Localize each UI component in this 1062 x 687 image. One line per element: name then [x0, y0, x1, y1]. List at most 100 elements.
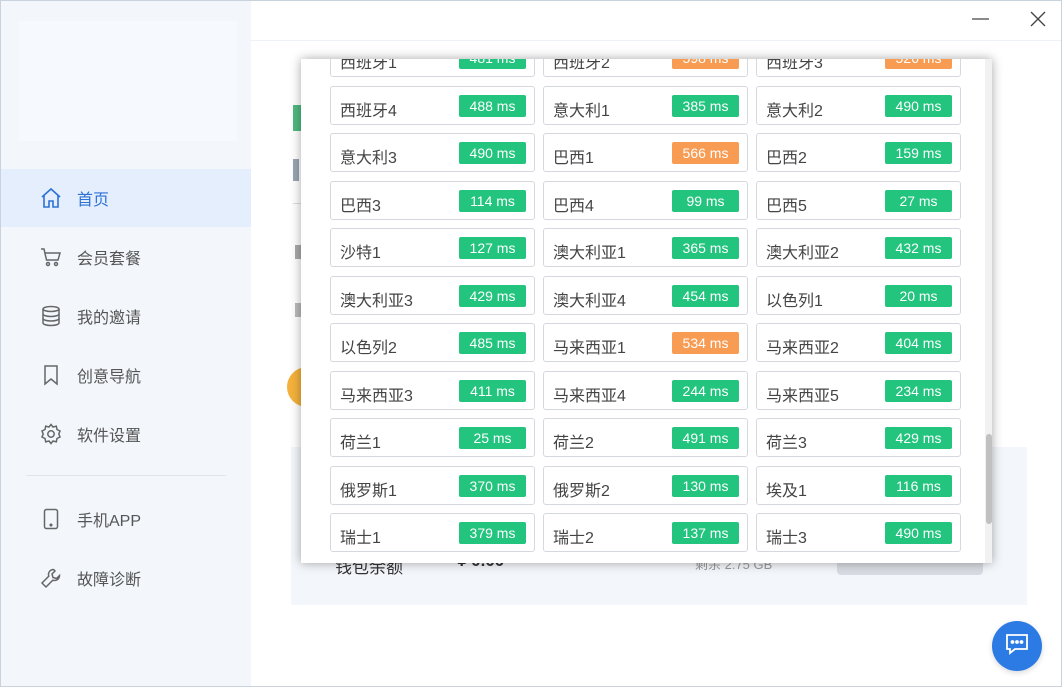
server-item[interactable]: 澳大利亚4 454 ms — [543, 276, 748, 315]
sidebar-item-label: 首页 — [77, 192, 110, 209]
chat-icon — [1004, 631, 1030, 662]
server-item[interactable]: 马来西亚4 244 ms — [543, 371, 748, 410]
server-name: 沙特1 — [340, 245, 381, 262]
server-item[interactable]: 巴西3 114 ms — [330, 181, 535, 220]
server-ping-badge: 485 ms — [459, 332, 526, 354]
sidebar-item-label: 创意导航 — [77, 369, 142, 386]
server-item[interactable]: 西班牙3 526 ms — [756, 59, 961, 77]
server-item[interactable]: 以色列1 20 ms — [756, 276, 961, 315]
close-icon — [1029, 10, 1047, 33]
sidebar-item-home[interactable]: 首页 — [1, 169, 251, 227]
server-item[interactable]: 沙特1 127 ms — [330, 228, 535, 267]
server-name: 马来西亚4 — [553, 388, 626, 405]
server-ping-badge: 127 ms — [459, 237, 526, 259]
app-window: 首页 会员套餐 我的邀请 创意导航 软件设置 手机APP 故障诊断 钱包余额 剩… — [0, 0, 1062, 687]
server-item[interactable]: 埃及1 116 ms — [756, 466, 961, 505]
sidebar-item-invites[interactable]: 我的邀请 — [1, 287, 251, 345]
home-icon — [39, 186, 63, 210]
gear-icon — [39, 422, 63, 446]
server-ping-badge: 385 ms — [672, 95, 739, 117]
server-item[interactable]: 意大利1 385 ms — [543, 86, 748, 125]
server-name: 以色列1 — [766, 293, 823, 310]
database-icon — [39, 304, 63, 328]
server-name: 瑞士2 — [553, 530, 594, 547]
server-item[interactable]: 马来西亚2 404 ms — [756, 323, 961, 362]
wrench-icon — [39, 566, 63, 590]
server-item[interactable]: 俄罗斯1 370 ms — [330, 466, 535, 505]
server-item[interactable]: 马来西亚1 534 ms — [543, 323, 748, 362]
server-ping-badge: 411 ms — [459, 380, 526, 402]
server-ping-badge: 490 ms — [885, 522, 952, 544]
server-ping-badge: 429 ms — [459, 285, 526, 307]
server-ping-badge: 99 ms — [672, 190, 739, 212]
server-item[interactable]: 巴西4 99 ms — [543, 181, 748, 220]
server-item[interactable]: 荷兰2 491 ms — [543, 418, 748, 457]
server-ping-badge: 526 ms — [885, 59, 952, 69]
cart-icon — [39, 245, 63, 269]
sidebar-item-label: 故障诊断 — [77, 572, 142, 589]
server-list-scroll-area[interactable]: 西班牙1 481 ms 西班牙2 598 ms 西班牙3 526 ms 西班牙4 488 ms… — [301, 59, 985, 563]
server-item[interactable]: 马来西亚5 234 ms — [756, 371, 961, 410]
sidebar-item-mobile-app[interactable]: 手机APP — [1, 490, 251, 548]
server-item[interactable]: 意大利3 490 ms — [330, 133, 535, 172]
server-ping-badge: 491 ms — [672, 427, 739, 449]
background-title-fragment — [293, 105, 301, 131]
server-item[interactable]: 澳大利亚1 365 ms — [543, 228, 748, 267]
server-item[interactable]: 瑞士2 137 ms — [543, 513, 748, 552]
server-name: 意大利3 — [340, 150, 397, 167]
server-ping-badge: 114 ms — [459, 190, 526, 212]
phone-icon — [39, 507, 63, 531]
logo-area — [19, 21, 237, 141]
server-ping-badge: 116 ms — [885, 475, 952, 497]
server-ping-badge: 370 ms — [459, 475, 526, 497]
sidebar-item-label: 软件设置 — [77, 428, 142, 445]
server-name: 意大利2 — [766, 103, 823, 120]
bookmark-icon — [39, 363, 63, 387]
server-name: 巴西1 — [553, 150, 594, 167]
server-item[interactable]: 荷兰1 25 ms — [330, 418, 535, 457]
server-item[interactable]: 西班牙4 488 ms — [330, 86, 535, 125]
sidebar-item-label: 我的邀请 — [77, 310, 142, 327]
sidebar-item-settings[interactable]: 软件设置 — [1, 405, 251, 463]
sidebar-item-diagnostics[interactable]: 故障诊断 — [1, 549, 251, 607]
server-item[interactable]: 意大利2 490 ms — [756, 86, 961, 125]
server-item[interactable]: 巴西5 27 ms — [756, 181, 961, 220]
server-name: 澳大利亚3 — [340, 293, 413, 310]
server-ping-badge: 566 ms — [672, 142, 739, 164]
server-ping-badge: 534 ms — [672, 332, 739, 354]
sidebar-item-membership[interactable]: 会员套餐 — [1, 228, 251, 286]
server-name: 巴西4 — [553, 198, 594, 215]
server-item[interactable]: 以色列2 485 ms — [330, 323, 535, 362]
server-item[interactable]: 巴西1 566 ms — [543, 133, 748, 172]
server-name: 马来西亚5 — [766, 388, 839, 405]
scrollbar-thumb[interactable] — [986, 434, 992, 524]
server-item[interactable]: 西班牙1 481 ms — [330, 59, 535, 77]
server-name: 荷兰1 — [340, 435, 381, 452]
minimize-button[interactable] — [965, 7, 995, 35]
server-ping-badge: 137 ms — [672, 522, 739, 544]
sidebar-divider — [26, 475, 226, 476]
server-item[interactable]: 马来西亚3 411 ms — [330, 371, 535, 410]
server-name: 西班牙1 — [340, 59, 397, 72]
server-name: 俄罗斯2 — [553, 483, 610, 500]
chat-button[interactable] — [992, 621, 1042, 671]
server-name: 马来西亚3 — [340, 388, 413, 405]
server-ping-badge: 25 ms — [459, 427, 526, 449]
server-item[interactable]: 荷兰3 429 ms — [756, 418, 961, 457]
server-ping-badge: 432 ms — [885, 237, 952, 259]
server-name: 巴西2 — [766, 150, 807, 167]
server-item[interactable]: 瑞士3 490 ms — [756, 513, 961, 552]
server-item[interactable]: 巴西2 159 ms — [756, 133, 961, 172]
server-item[interactable]: 澳大利亚2 432 ms — [756, 228, 961, 267]
sidebar-item-navigation[interactable]: 创意导航 — [1, 346, 251, 404]
close-button[interactable] — [1023, 7, 1053, 35]
server-name: 荷兰2 — [553, 435, 594, 452]
server-ping-badge: 365 ms — [672, 237, 739, 259]
server-item[interactable]: 瑞士1 379 ms — [330, 513, 535, 552]
server-ping-badge: 234 ms — [885, 380, 952, 402]
server-item[interactable]: 澳大利亚3 429 ms — [330, 276, 535, 315]
server-ping-badge: 454 ms — [672, 285, 739, 307]
server-name: 马来西亚2 — [766, 340, 839, 357]
server-item[interactable]: 西班牙2 598 ms — [543, 59, 748, 77]
server-item[interactable]: 俄罗斯2 130 ms — [543, 466, 748, 505]
